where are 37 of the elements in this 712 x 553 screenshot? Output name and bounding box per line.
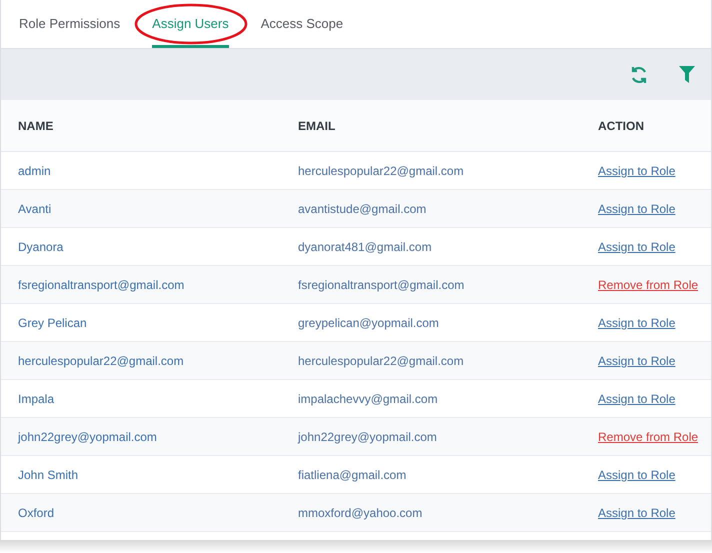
assign-link[interactable]: Assign to Role <box>598 240 676 254</box>
refresh-icon[interactable] <box>629 64 649 84</box>
user-name: herculespopular22@gmail.com <box>18 352 185 370</box>
user-email: mmoxford@yahoo.com <box>298 504 424 522</box>
user-name: Grey Pelican <box>18 314 88 332</box>
user-name: Oxford <box>18 504 56 522</box>
assign-link[interactable]: Assign to Role <box>598 316 676 330</box>
user-name: fsregionaltransport@gmail.com <box>18 276 186 294</box>
user-email: avantistude@gmail.com <box>298 200 428 218</box>
user-name: john22grey@yopmail.com <box>18 428 158 446</box>
user-name: Dyanora <box>18 238 64 256</box>
user-email: herculespopular22@gmail.com <box>298 162 465 180</box>
assign-link[interactable]: Assign to Role <box>598 164 676 178</box>
user-email: impalachevvy@gmail.com <box>298 390 439 408</box>
user-email: herculespopular22@gmail.com <box>298 352 465 370</box>
tab[interactable]: Access Scope <box>260 0 344 48</box>
user-name: Impala <box>18 390 56 408</box>
column-header: ACTION <box>598 118 645 134</box>
column-header: NAME <box>18 118 54 134</box>
assign-link[interactable]: Assign to Role <box>598 392 676 406</box>
user-email: fsregionaltransport@gmail.com <box>298 276 466 294</box>
tab[interactable]: Role Permissions <box>19 0 120 48</box>
user-name: admin <box>18 162 52 180</box>
user-email: dyanorat481@gmail.com <box>298 238 433 256</box>
user-name: John Smith <box>18 466 80 484</box>
assign-link[interactable]: Assign to Role <box>598 468 676 482</box>
remove-link[interactable]: Remove from Role <box>598 430 698 444</box>
filter-icon[interactable] <box>679 66 695 83</box>
column-header: EMAIL <box>298 118 336 134</box>
assign-link[interactable]: Assign to Role <box>598 506 676 520</box>
user-email: fiatliena@gmail.com <box>298 466 408 484</box>
remove-link[interactable]: Remove from Role <box>598 278 698 292</box>
user-name: Avanti <box>18 200 52 218</box>
assign-link[interactable]: Assign to Role <box>598 202 676 216</box>
user-email: greypelican@yopmail.com <box>298 314 440 332</box>
user-email: john22grey@yopmail.com <box>298 428 438 446</box>
assign-link[interactable]: Assign to Role <box>598 354 676 368</box>
